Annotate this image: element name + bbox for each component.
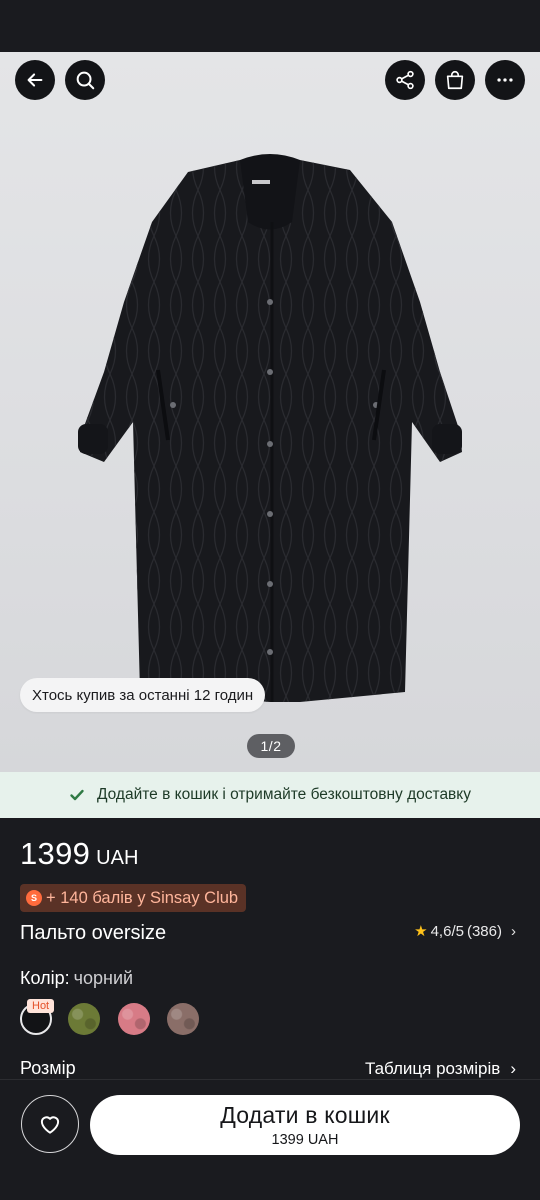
rating-count: (386) [466, 922, 502, 940]
product-image [78, 154, 462, 702]
product-price: 1399 UAH [20, 836, 138, 872]
free-delivery-banner: Додайте в кошик і отримайте безкоштовну … [0, 772, 540, 818]
product-gallery[interactable]: Хтось купив за останні 12 годин 1/2 [0, 52, 540, 772]
chevron-right-icon: › [511, 922, 516, 940]
swatch-olive[interactable] [68, 1003, 100, 1035]
check-icon [70, 789, 84, 801]
share-icon [396, 70, 414, 90]
product-rating[interactable]: ★ 4,6/5 (386) › [414, 922, 516, 941]
rating-value: 4,6/5 [430, 922, 464, 940]
status-bar [0, 0, 540, 52]
product-name: Пальто oversize [20, 922, 167, 944]
color-value: чорний [73, 968, 134, 988]
color-label: Колір: [20, 968, 70, 988]
recent-purchase-chip: Хтось купив за останні 12 годин [20, 678, 266, 712]
price-amount: 1399 [20, 836, 91, 871]
more-icon [497, 78, 513, 82]
swatch-taupe[interactable] [167, 1003, 199, 1035]
wishlist-button[interactable] [21, 1095, 79, 1153]
add-to-cart-button[interactable]: Додати в кошик 1399 UAH [90, 1095, 520, 1155]
add-to-cart-price: 1399 UAH [271, 1132, 339, 1148]
bag-icon [446, 71, 464, 90]
chevron-right-icon: › [510, 1058, 516, 1078]
heart-icon [40, 1116, 60, 1134]
gallery-pager: 1/2 [247, 734, 295, 758]
hot-badge: Hot [27, 999, 55, 1013]
size-row: Розмір Таблиця розмірів › [20, 1058, 516, 1079]
color-swatches: Hot [20, 999, 220, 1037]
bag-button[interactable] [435, 60, 475, 100]
size-label: Розмір [20, 1058, 76, 1078]
sinsay-club-icon: S [26, 890, 42, 906]
add-to-cart-label: Додати в кошик [220, 1102, 390, 1128]
star-icon: ★ [414, 923, 428, 940]
size-table-link[interactable]: Таблиця розмірів › [365, 1059, 516, 1079]
size-table-text: Таблиця розмірів [364, 1058, 501, 1078]
color-selector-label: Колір: чорний [20, 968, 133, 989]
club-points-text: + 140 балів у Sinsay Club [46, 888, 239, 907]
more-button[interactable] [485, 60, 525, 100]
club-points-badge: S + 140 балів у Sinsay Club [20, 884, 247, 912]
share-button[interactable] [385, 60, 425, 100]
swatch-pink[interactable] [118, 1003, 150, 1035]
free-delivery-text: Додайте в кошик і отримайте безкоштовну … [96, 786, 471, 803]
arrow-left-icon [27, 73, 43, 87]
search-icon [76, 71, 95, 90]
price-currency: UAH [96, 847, 139, 869]
search-button[interactable] [65, 60, 105, 100]
back-button[interactable] [15, 60, 55, 100]
